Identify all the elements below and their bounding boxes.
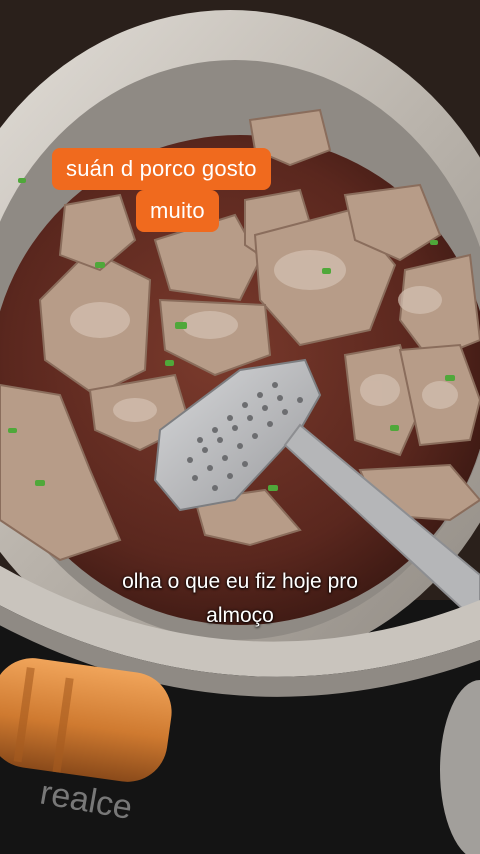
subtitle: olha o que eu fiz hoje pro almoço <box>40 565 440 633</box>
caption-line-2: muito <box>136 190 219 232</box>
subtitle-line-1: olha o que eu fiz hoje pro <box>122 570 358 593</box>
cooking-photo: realce <box>0 0 480 854</box>
video-frame: realce suán d porco gosto muito olha o q… <box>0 0 480 854</box>
subtitle-line-2: almoço <box>206 604 274 627</box>
caption-box: suán d porco gosto muito <box>52 148 322 238</box>
caption-line-1: suán d porco gosto <box>52 148 271 190</box>
